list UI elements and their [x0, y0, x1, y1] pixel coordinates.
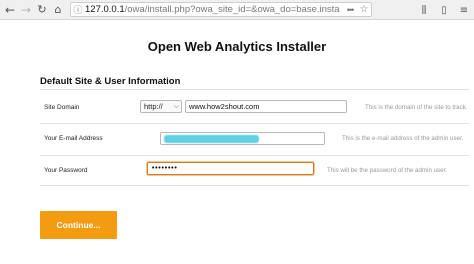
password-help: This will be the password of the admin u… — [327, 167, 448, 174]
url-text[interactable]: 127.0.0.1/owa/install.php?owa_site_id=&o… — [85, 4, 343, 15]
email-label: Your E-mail Address — [44, 135, 103, 142]
home-icon[interactable]: ⌂ — [50, 1, 66, 19]
email-help: This is the e-mail address of the admin … — [342, 135, 464, 142]
chevron-down-icon: ⌵ — [173, 102, 179, 110]
forward-arrow-icon[interactable]: → — [18, 1, 34, 19]
email-redaction — [164, 135, 259, 143]
protocol-select-value: http:// — [144, 102, 163, 111]
protocol-select[interactable]: http:// ⌵ — [140, 100, 182, 113]
section-title: Default Site & User Information — [40, 76, 181, 87]
password-label: Your Password — [44, 167, 88, 174]
browser-toolbar: ← → ↻ ⌂ ⓘ 127.0.0.1/owa/install.php?owa_… — [0, 0, 474, 20]
url-host: 127.0.0.1 — [85, 4, 125, 15]
sidebar-icon[interactable]: ▯ — [434, 5, 454, 16]
password-input[interactable]: •••••••• — [147, 162, 314, 175]
site-domain-help: This is the domain of the site to track. — [365, 104, 468, 111]
site-domain-input[interactable]: www.how2shout.com — [185, 100, 347, 113]
email-input[interactable] — [160, 132, 325, 145]
bookmark-star-icon[interactable]: ☆ — [357, 4, 371, 15]
address-bar[interactable]: ⓘ 127.0.0.1/owa/install.php?owa_site_id=… — [70, 2, 372, 17]
reload-icon[interactable]: ↻ — [34, 1, 50, 19]
library-icon[interactable]: ⫼ — [414, 5, 434, 16]
page-actions-dots-icon[interactable]: ••• — [343, 5, 357, 15]
info-icon[interactable]: ⓘ — [71, 3, 85, 16]
hamburger-menu-icon[interactable]: ≡ — [454, 5, 474, 16]
url-path: /owa/install.php?owa_site_id=&owa_do=bas… — [124, 4, 340, 15]
page-title: Open Web Analytics Installer — [147, 39, 327, 54]
continue-button[interactable]: Continue... — [40, 211, 117, 239]
back-arrow-icon[interactable]: ← — [2, 1, 18, 19]
site-domain-label: Site Domain — [44, 104, 80, 111]
